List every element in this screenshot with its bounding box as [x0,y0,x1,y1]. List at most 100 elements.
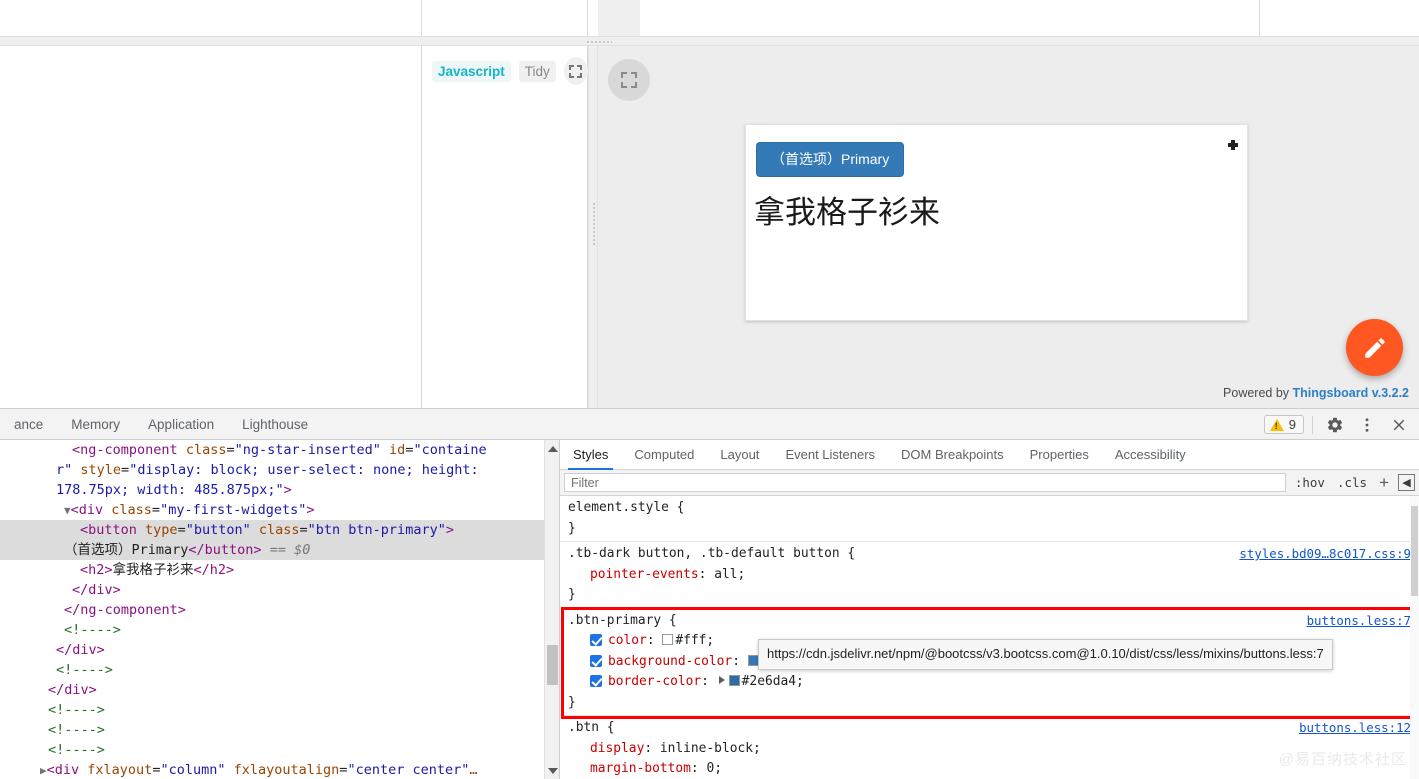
language-chip[interactable]: Javascript [432,60,511,82]
dom-line[interactable]: 178.75px; width: 485.875px;"> [0,480,559,500]
declaration-property[interactable]: pointer-events [590,567,699,582]
declaration-checkbox[interactable] [590,654,602,667]
editor-toolbar-pane: Javascript Tidy [422,46,588,408]
widget-card: （首选项）Primary 拿我格子衫来 [745,124,1248,321]
code-editor-pane[interactable] [0,46,422,408]
scroll-up-arrow-icon[interactable] [548,446,558,452]
style-rule-source-link[interactable]: styles.bd09…8c017.css:9 [1239,544,1411,565]
dom-line[interactable]: <!----> [0,740,559,760]
horizontal-splitter-grip[interactable] [586,40,612,44]
devtools-tab-performance[interactable]: ance [0,409,57,440]
scroll-down-arrow-icon[interactable] [548,768,558,774]
styles-scrollbar-thumb[interactable] [1411,506,1418,596]
devtools-body: <ng-component class="ng-star-inserted" i… [0,440,1419,779]
style-rule-selector[interactable]: element.style { [568,498,1419,519]
vertical-splitter-grip[interactable] [592,202,596,246]
dom-line[interactable]: <!----> [0,720,559,740]
styles-filter-input[interactable] [564,473,1286,492]
declaration-property[interactable]: background-color [608,654,732,669]
kebab-menu-icon [1365,417,1369,432]
declaration-value[interactable]: all; [714,567,745,582]
new-style-rule-button[interactable]: + [1376,474,1392,491]
style-rule-selector[interactable]: .btn { [568,718,1419,739]
styles-tab-properties[interactable]: Properties [1017,440,1102,469]
style-rule-selector[interactable]: .btn-primary { [568,611,1419,632]
widget-heading: 拿我格子衫来 [754,195,940,230]
pencil-icon [1364,337,1385,358]
vertical-splitter[interactable] [588,46,598,408]
dom-code-lines[interactable]: <ng-component class="ng-star-inserted" i… [0,440,559,779]
style-declaration[interactable]: pointer-events: all; [568,565,1419,586]
expand-arrow-icon[interactable] [718,676,725,684]
settings-button[interactable] [1321,411,1349,439]
style-rule-source-link[interactable]: buttons.less:7 [1307,611,1411,632]
hov-toggle[interactable]: :hov [1292,475,1328,490]
watermark: @易百纳技术社区 [1278,751,1407,768]
devtools-tab-application[interactable]: Application [134,409,228,440]
declaration-property[interactable]: margin-bottom [590,761,691,776]
styles-filter-bar: :hov .cls + ◀ [560,470,1419,496]
color-swatch[interactable] [662,634,674,645]
dom-scrollbar[interactable] [544,440,559,779]
declaration-property[interactable]: border-color [608,674,701,689]
styles-tab-computed[interactable]: Computed [621,440,707,469]
color-swatch[interactable] [728,675,740,686]
gear-icon [1327,417,1343,432]
styles-tab-layout[interactable]: Layout [707,440,772,469]
devtools-tabbar-actions: 9 [1263,409,1413,440]
elements-dom-tree[interactable]: <ng-component class="ng-star-inserted" i… [0,440,560,779]
dom-line[interactable]: <h2>拿我格子衫来</h2> [0,560,559,580]
declaration-checkbox[interactable] [590,675,602,687]
declaration-value[interactable]: #2e6da4; [742,674,804,689]
dom-line[interactable]: <button type="button" class="btn btn-pri… [0,520,559,540]
styles-tab-event-listeners[interactable]: Event Listeners [772,440,888,469]
devtools-tab-memory[interactable]: Memory [57,409,134,440]
panel-toggle-icon[interactable]: ◀ [1398,474,1415,491]
style-rule[interactable]: element.style {} [560,496,1419,542]
dom-line[interactable]: ▶<div fxlayout="column" fxlayoutalign="c… [0,760,559,779]
dom-line[interactable]: （首选项）Primary</button> == $0 [0,540,559,560]
declaration-value[interactable]: #fff; [675,633,714,648]
dom-line[interactable]: </div> [0,580,559,600]
dom-line[interactable]: </ng-component> [0,600,559,620]
dom-scrollbar-thumb[interactable] [547,645,558,685]
cls-toggle[interactable]: .cls [1334,475,1370,490]
dom-line[interactable]: </div> [0,640,559,660]
dom-line[interactable]: ▼<div class="my-first-widgets"> [0,500,559,520]
dom-line[interactable]: <!----> [0,660,559,680]
styles-tab-dom-breakpoints[interactable]: DOM Breakpoints [888,440,1017,469]
declaration-value[interactable]: inline-block; [660,741,761,756]
primary-button[interactable]: （首选项）Primary [756,142,905,177]
edit-fab-button[interactable] [1346,319,1403,376]
styles-tabbar: Styles Computed Layout Event Listeners DOM B… [560,440,1419,470]
powered-by-prefix: Powered by [1223,386,1290,400]
dom-line[interactable]: </div> [0,680,559,700]
warning-badge[interactable]: 9 [1263,415,1304,434]
devtools-tab-lighthouse[interactable]: Lighthouse [228,409,322,440]
styles-scrollbar[interactable] [1410,496,1419,779]
preview-fullscreen-button[interactable] [608,59,650,101]
style-rule[interactable]: .tb-dark button, .tb-default button {sty… [560,542,1419,609]
declaration-checkbox[interactable] [590,634,602,646]
warning-count: 9 [1288,417,1296,432]
horizontal-splitter[interactable] [0,36,1419,46]
more-options-button[interactable] [1353,411,1381,439]
style-declaration[interactable]: border-color: #2e6da4; [568,672,1419,693]
declaration-value[interactable]: 0; [706,761,722,776]
dom-line[interactable]: <!----> [0,620,559,640]
dom-line[interactable]: <ng-component class="ng-star-inserted" i… [0,440,559,460]
styles-rules-list[interactable]: element.style {} .tb-dark button, .tb-def… [560,496,1419,779]
dom-line[interactable]: r" style="display: block; user-select: n… [0,460,559,480]
close-devtools-button[interactable] [1385,411,1413,439]
styles-tab-accessibility[interactable]: Accessibility [1102,440,1199,469]
declaration-property[interactable]: display [590,741,644,756]
editor-fullscreen-button[interactable] [563,57,588,85]
declaration-property[interactable]: color [608,633,647,648]
styles-tab-styles[interactable]: Styles [560,440,621,470]
style-rule-source-link[interactable]: buttons.less:12 [1299,718,1411,739]
fullscreen-icon [569,64,583,78]
thingsboard-link[interactable]: Thingsboard v.3.2.2 [1293,386,1409,400]
dom-line[interactable]: <!----> [0,700,559,720]
style-rule-closing-brace: } [568,520,576,536]
tidy-button[interactable]: Tidy [518,60,556,82]
